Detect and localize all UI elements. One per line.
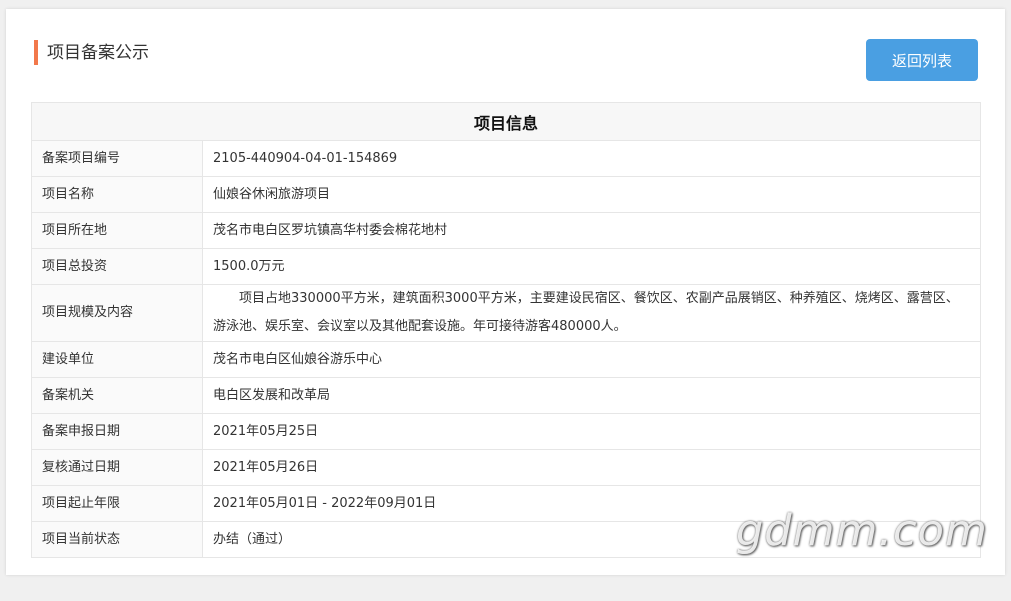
project-info-table: 项目信息 备案项目编号 2105-440904-04-01-154869 项目名… [31,102,981,558]
row-value: 电白区发展和改革局 [202,377,981,414]
row-label: 项目规模及内容 [31,284,203,342]
back-to-list-button[interactable]: 返回列表 [866,39,978,81]
row-label: 备案项目编号 [31,140,203,177]
table-row: 备案申报日期 2021年05月25日 [31,413,981,450]
table-heading: 项目信息 [31,102,981,141]
row-value: 茂名市电白区罗坑镇高华村委会棉花地村 [202,212,981,249]
table-row: 项目所在地 茂名市电白区罗坑镇高华村委会棉花地村 [31,212,981,249]
row-label: 复核通过日期 [31,449,203,486]
row-label: 备案机关 [31,377,203,414]
row-value: 2105-440904-04-01-154869 [202,140,981,177]
row-value: 1500.0万元 [202,248,981,285]
row-label: 项目起止年限 [31,485,203,522]
row-value: 仙娘谷休闲旅游项目 [202,176,981,213]
row-label: 建设单位 [31,341,203,378]
title-accent-bar [34,40,38,65]
table-row: 建设单位 茂名市电白区仙娘谷游乐中心 [31,341,981,378]
row-value: 项目占地330000平方米，建筑面积3000平方米，主要建设民宿区、餐饮区、农副… [202,284,981,342]
row-value: 2021年05月26日 [202,449,981,486]
table-row: 复核通过日期 2021年05月26日 [31,449,981,486]
row-label: 项目名称 [31,176,203,213]
site-watermark: gdmm.com [736,506,988,556]
row-label: 项目总投资 [31,248,203,285]
table-header-row: 项目信息 [31,102,981,141]
page-header: 项目备案公示 返回列表 [6,9,1005,101]
row-value: 2021年05月25日 [202,413,981,450]
page-title: 项目备案公示 [47,43,149,63]
table-row: 项目规模及内容 项目占地330000平方米，建筑面积3000平方米，主要建设民宿… [31,284,981,342]
table-row: 备案项目编号 2105-440904-04-01-154869 [31,140,981,177]
content-card: 项目备案公示 返回列表 项目信息 备案项目编号 2105-440904-04-0… [6,9,1005,575]
table-row: 项目总投资 1500.0万元 [31,248,981,285]
row-label: 备案申报日期 [31,413,203,450]
row-value: 茂名市电白区仙娘谷游乐中心 [202,341,981,378]
table-row: 备案机关 电白区发展和改革局 [31,377,981,414]
row-label: 项目当前状态 [31,521,203,558]
table-row: 项目名称 仙娘谷休闲旅游项目 [31,176,981,213]
row-label: 项目所在地 [31,212,203,249]
